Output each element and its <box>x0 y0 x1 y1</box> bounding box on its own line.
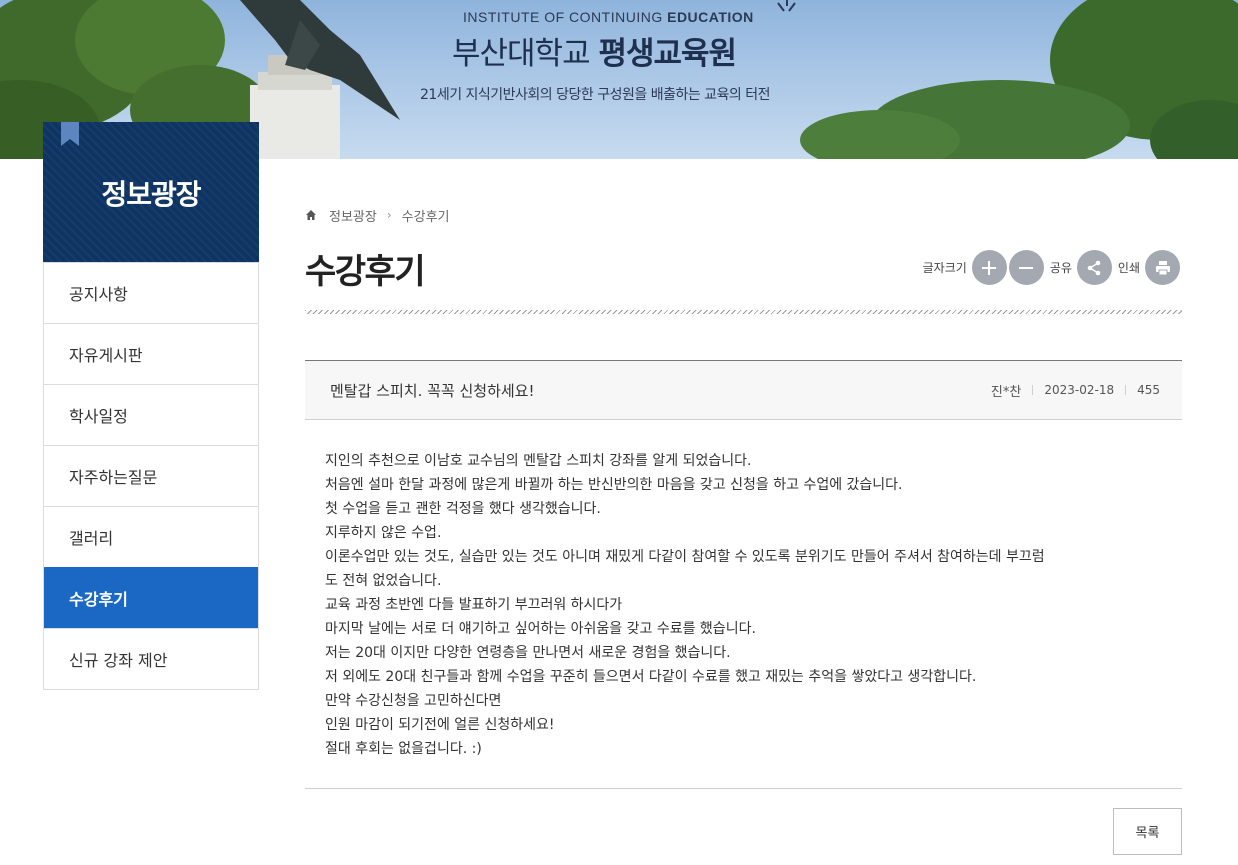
post-author: 진*찬 <box>990 384 1022 400</box>
print-label: 인쇄 <box>1117 261 1140 275</box>
post-body-line: 첫 수업을 듣고 괜한 걱정을 했다 생각했습니다. <box>325 501 601 517</box>
post-body-line: 만약 수강신청을 고민하신다면 <box>325 693 502 709</box>
post-views: 455 <box>1137 383 1160 397</box>
post-body-line: 마지막 날에는 서로 더 얘기하고 싶어하는 아쉬움을 갖고 수료를 했습니다. <box>325 621 756 637</box>
post-body-line: 이론수업만 있는 것도, 실습만 있는 것도 아니며 재밌게 다같이 참여할 수… <box>325 549 1045 565</box>
meta-divider <box>1125 385 1127 395</box>
sidebar-heading: 정보광장 <box>101 178 201 211</box>
post-body-line: 저 외에도 20대 친구들과 함께 수업을 꾸준히 들으면서 다같이 수료를 했… <box>325 669 977 685</box>
list-button[interactable]: 목록 <box>1113 808 1182 855</box>
font-increase-button[interactable] <box>971 250 1007 285</box>
meta-divider <box>1032 385 1034 395</box>
post-body-line: 지인의 추천으로 이남호 교수님의 멘탈갑 스피치 강좌를 알게 되었습니다. <box>325 453 752 469</box>
print-icon <box>1155 260 1170 275</box>
post-meta: 진*찬 2023-02-18 455 <box>991 381 1160 400</box>
share-icon <box>1088 260 1101 275</box>
banner-slogan: 21세기 지식기반사회의 당당한 구성원을 배출하는 교육의 터전 <box>420 87 771 103</box>
bookmark-icon <box>61 122 79 146</box>
post-body-line: 처음엔 설마 한달 과정에 많은게 바뀔까 하는 반신반의한 마음을 갖고 신청… <box>325 477 903 493</box>
sidebar-item-free-board[interactable]: 자유게시판 <box>44 323 258 384</box>
home-icon[interactable] <box>305 209 317 221</box>
sidebar-header: 정보광장 <box>43 122 259 262</box>
post-body-line: 인원 마감이 되기전에 얼른 신청하세요! <box>325 717 555 733</box>
sidebar-item-course-reviews[interactable]: 수강후기 <box>44 567 258 628</box>
font-size-label: 글자크기 <box>922 261 967 275</box>
post-body: 지인의 추천으로 이남호 교수님의 멘탈갑 스피치 강좌를 알게 되었습니다. … <box>325 449 1170 761</box>
chevron-right-icon: › <box>386 208 392 222</box>
breadcrumb: 정보광장 › 수강후기 <box>305 206 450 225</box>
post-date: 2023-02-18 <box>1044 383 1115 397</box>
sidebar-menu: 공지사항 자유게시판 학사일정 자주하는질문 갤러리 수강후기 신규 강좌 제안 <box>43 262 259 690</box>
font-decrease-button[interactable] <box>1008 250 1044 285</box>
post-body-line: 지루하지 않은 수업. <box>325 525 442 541</box>
sidebar-item-academic-calendar[interactable]: 학사일정 <box>44 384 258 445</box>
page-title: 수강후기 <box>305 252 426 292</box>
banner-english-subtitle: INSTITUTE OF CONTINUING EDUCATION <box>463 9 754 25</box>
sidebar-item-gallery[interactable]: 갤러리 <box>44 506 258 567</box>
post-header: 멘탈갑 스피치. 꼭꼭 신청하세요! 진*찬 2023-02-18 455 <box>305 360 1182 420</box>
post-body-line: 교육 과정 초반엔 다들 발표하기 부끄러워 하시다가 <box>325 597 623 613</box>
minus-icon <box>1019 266 1034 269</box>
breadcrumb-item-course-reviews[interactable]: 수강후기 <box>402 206 450 225</box>
share-label: 공유 <box>1049 261 1072 275</box>
post-footer-divider <box>305 788 1182 789</box>
sidebar-item-faq[interactable]: 자주하는질문 <box>44 445 258 506</box>
post-body-line: 저는 20대 이지만 다양한 연령층을 만나면서 새로운 경험을 했습니다. <box>325 645 731 661</box>
plus-icon <box>982 260 997 275</box>
post-body-line: 절대 후회는 없을겁니다. :) <box>325 741 482 757</box>
share-button[interactable] <box>1076 250 1112 285</box>
post-body-line: 도 전혀 없었습니다. <box>325 573 442 589</box>
title-divider <box>305 310 1182 314</box>
print-button[interactable] <box>1145 250 1180 285</box>
breadcrumb-item-info-plaza[interactable]: 정보광장 <box>329 206 377 225</box>
banner-title: 부산대학교 평생교육원 <box>452 36 737 72</box>
page-tools: 글자크기 공유 인쇄 <box>919 250 1182 285</box>
post-title: 멘탈갑 스피치. 꼭꼭 신청하세요! <box>330 381 535 400</box>
sidebar-item-course-proposal[interactable]: 신규 강좌 제안 <box>44 628 258 689</box>
sidebar-item-notices[interactable]: 공지사항 <box>44 262 258 323</box>
